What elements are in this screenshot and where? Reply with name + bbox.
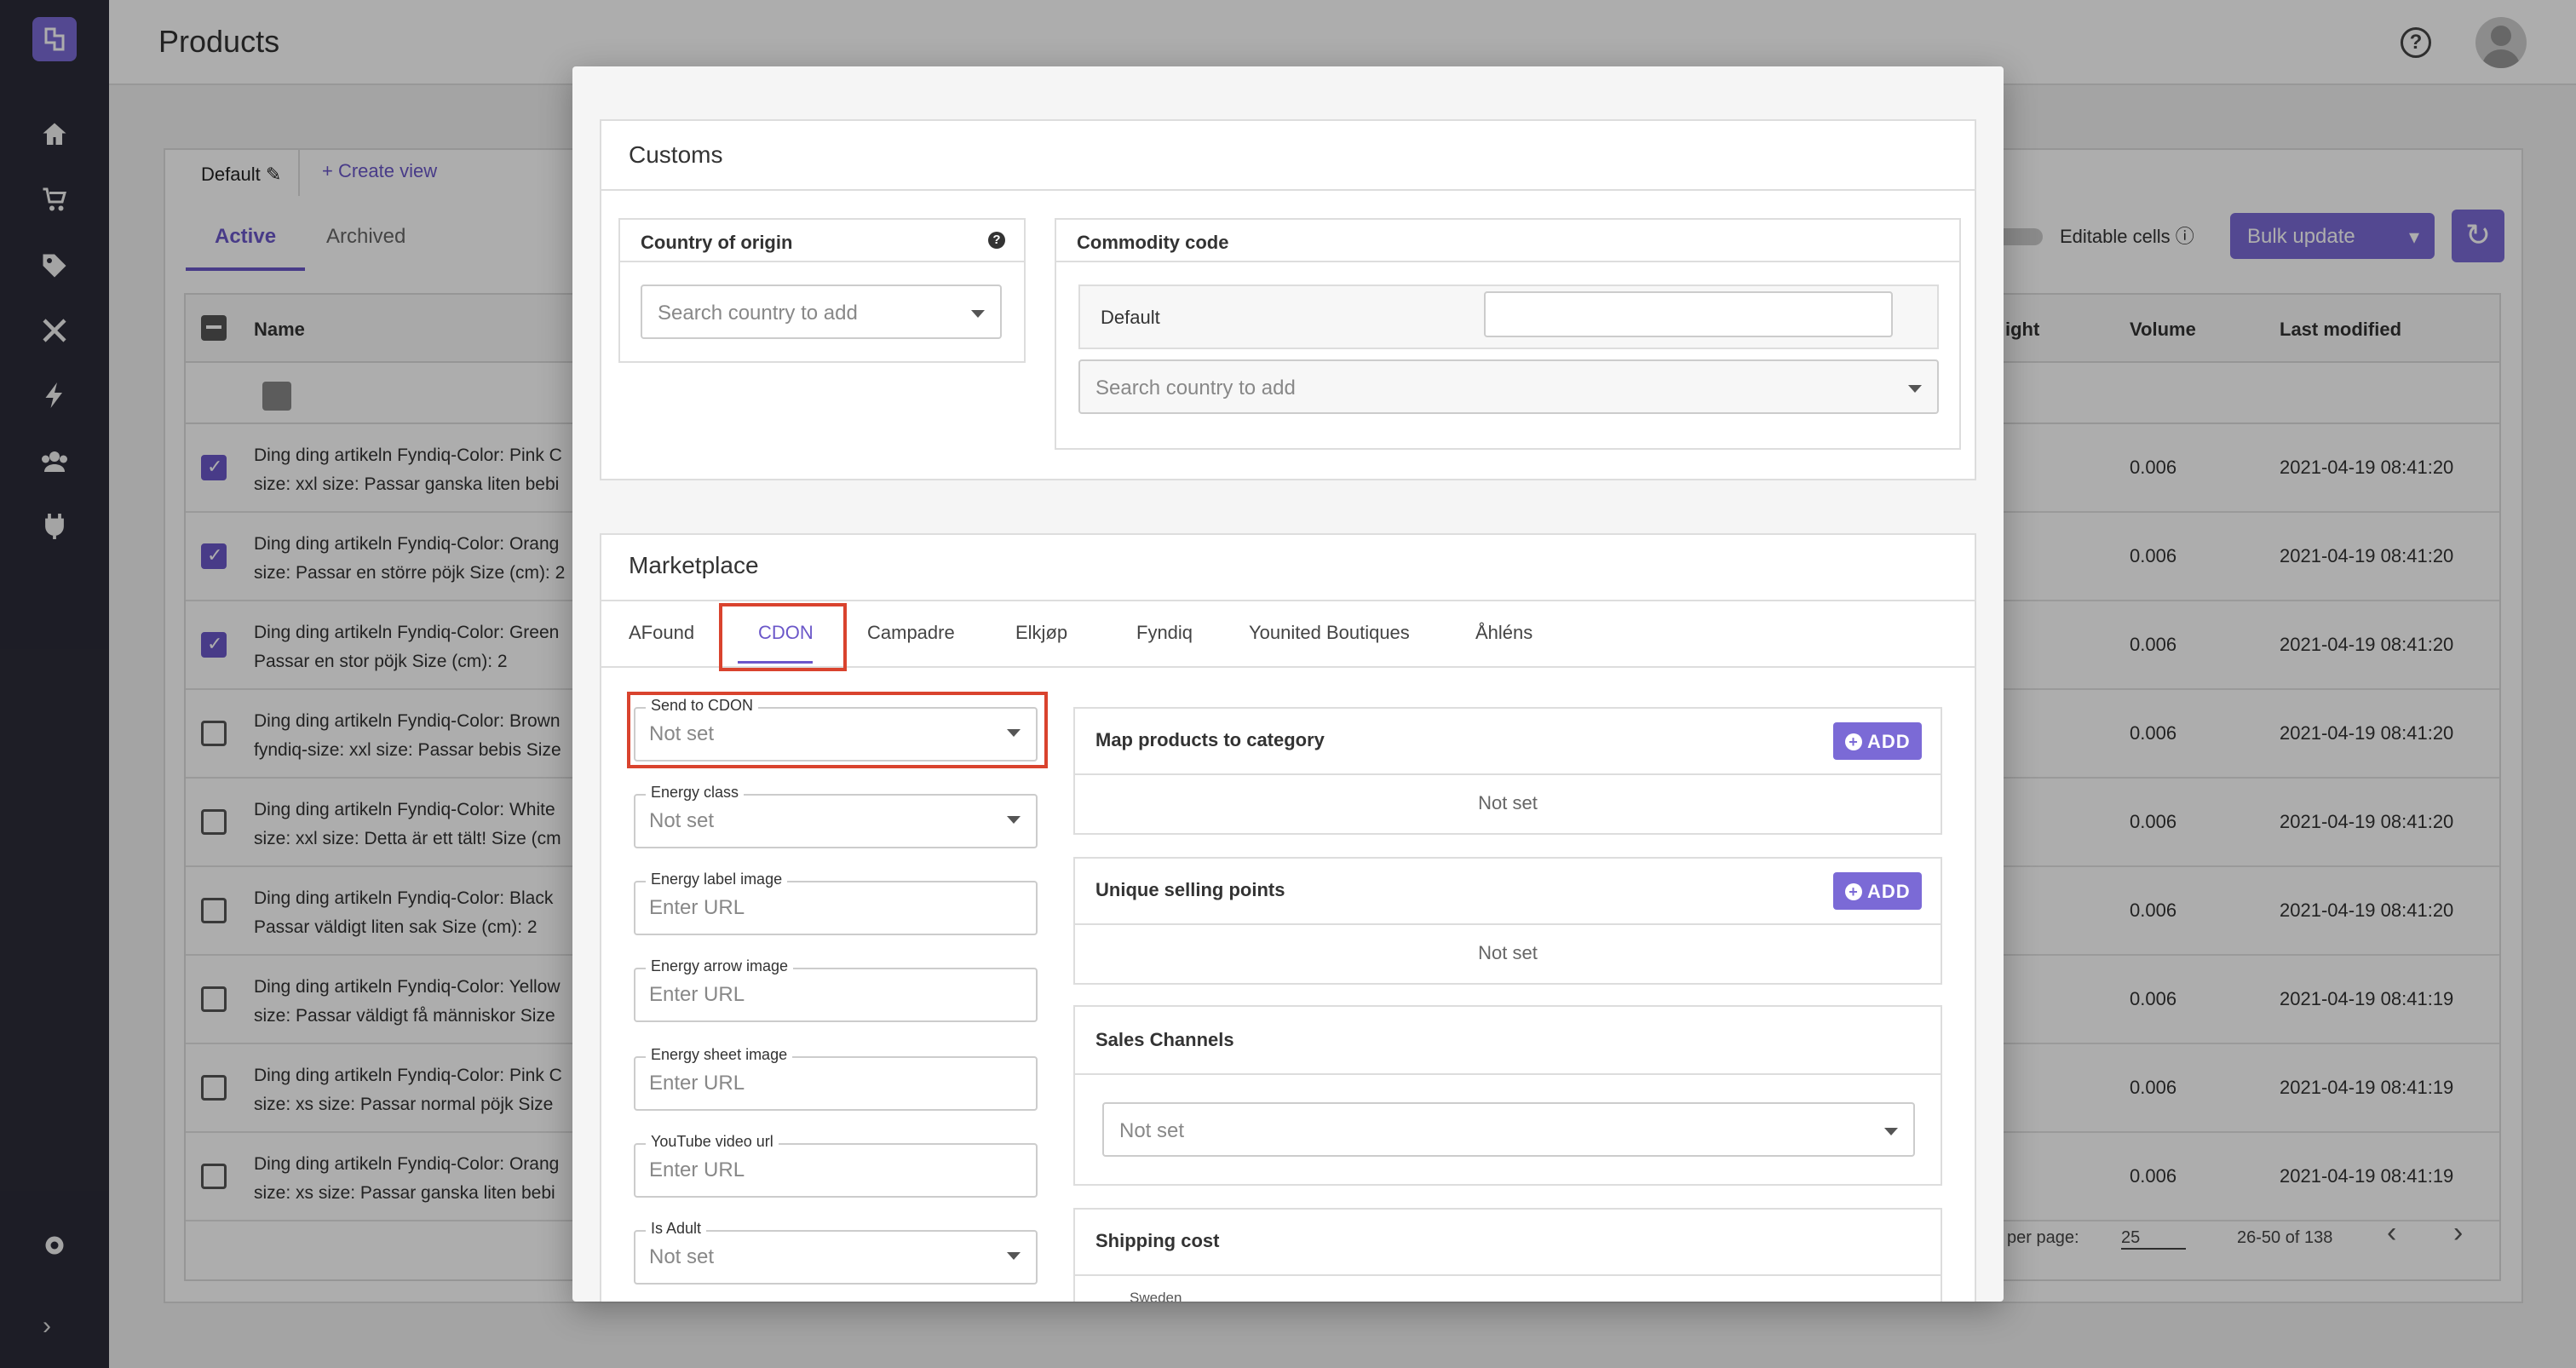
commodity-code-title: Commodity code: [1077, 232, 1229, 253]
usp-add-button[interactable]: + ADD: [1833, 872, 1922, 910]
field-label: Energy class: [646, 784, 745, 802]
plus-icon: +: [1845, 733, 1862, 750]
map-category-value: Not set: [1478, 792, 1538, 813]
sales-channels-card: Sales Channels Not set: [1073, 1005, 1942, 1186]
map-category-header: Map products to category + ADD: [1075, 709, 1941, 775]
tab-cdon-highlight: [719, 603, 847, 671]
shipping-cost-card: Shipping cost Sweden: [1073, 1208, 1942, 1302]
help-icon[interactable]: ?: [988, 232, 1005, 249]
tab-fyndiq[interactable]: Fyndiq: [1136, 622, 1193, 644]
caret-down-icon: [1007, 816, 1021, 824]
field-value: Enter URL: [649, 983, 745, 1006]
tab-ahlens[interactable]: Åhléns: [1475, 622, 1532, 644]
usp-header: Unique selling points + ADD: [1075, 859, 1941, 925]
field-label: YouTube video url: [646, 1133, 779, 1151]
marketplace-title: Marketplace: [629, 552, 759, 578]
field-label: Energy arrow image: [646, 957, 794, 975]
sales-channels-title: Sales Channels: [1095, 1029, 1234, 1050]
country-of-origin-header: Country of origin ?: [620, 220, 1024, 262]
field-value: Not set: [649, 1245, 715, 1268]
shipping-country-label: Sweden: [1130, 1290, 1182, 1302]
tab-afound[interactable]: AFound: [629, 622, 694, 644]
commodity-code-header: Commodity code: [1056, 220, 1959, 262]
commodity-default-label: Default: [1101, 307, 1160, 328]
field-value: Enter URL: [649, 1158, 745, 1181]
field-label: Energy sheet image: [646, 1046, 793, 1064]
sales-channels-header: Sales Channels: [1075, 1007, 1941, 1075]
field-value: Not set: [649, 809, 715, 832]
commodity-country-placeholder: Search country to add: [1095, 376, 1296, 399]
caret-down-icon: [1884, 1128, 1898, 1135]
usp-title: Unique selling points: [1095, 879, 1285, 900]
usp-card: Unique selling points + ADD Not set: [1073, 857, 1942, 985]
field-value: Enter URL: [649, 1072, 745, 1095]
caret-down-icon: [1007, 1252, 1021, 1260]
commodity-default-input[interactable]: [1484, 291, 1893, 337]
map-category-add-button[interactable]: + ADD: [1833, 722, 1922, 760]
caret-down-icon: [971, 310, 985, 318]
customs-title: Customs: [629, 141, 723, 168]
marketplace-header: Marketplace: [601, 535, 1975, 601]
map-category-title: Map products to category: [1095, 729, 1325, 750]
commodity-code-card: Commodity code Default Search country to…: [1055, 218, 1961, 450]
field-label: Send to CDON: [646, 697, 759, 715]
sales-channels-value: Not set: [1119, 1119, 1185, 1142]
commodity-default-row: Default: [1078, 285, 1939, 349]
sales-channels-select[interactable]: Not set: [1102, 1102, 1915, 1157]
shipping-cost-title: Shipping cost: [1095, 1230, 1220, 1251]
usp-value: Not set: [1478, 942, 1538, 963]
tab-campadre[interactable]: Campadre: [867, 622, 955, 644]
field-label: Energy label image: [646, 871, 788, 888]
field-value: Enter URL: [649, 896, 745, 919]
tab-elkjop[interactable]: Elkjøp: [1015, 622, 1067, 644]
caret-down-icon: [1908, 385, 1922, 393]
country-of-origin-title: Country of origin: [641, 232, 793, 253]
country-of-origin-select[interactable]: Search country to add: [641, 285, 1002, 339]
commodity-country-select[interactable]: Search country to add: [1078, 359, 1939, 414]
customs-card: Customs Country of origin ? Search count…: [600, 119, 1976, 480]
country-of-origin-card: Country of origin ? Search country to ad…: [618, 218, 1026, 363]
tab-younited-boutiques[interactable]: Younited Boutiques: [1249, 622, 1410, 644]
shipping-cost-header: Shipping cost: [1075, 1210, 1941, 1276]
map-category-card: Map products to category + ADD Not set: [1073, 707, 1942, 835]
customs-header: Customs: [601, 121, 1975, 191]
plus-icon: +: [1845, 883, 1862, 900]
field-label: Is Adult: [646, 1220, 707, 1238]
country-of-origin-placeholder: Search country to add: [658, 302, 858, 325]
product-edit-modal: Customs Country of origin ? Search count…: [572, 66, 2004, 1302]
field-value: Not set: [649, 722, 715, 745]
caret-down-icon: [1007, 729, 1021, 737]
